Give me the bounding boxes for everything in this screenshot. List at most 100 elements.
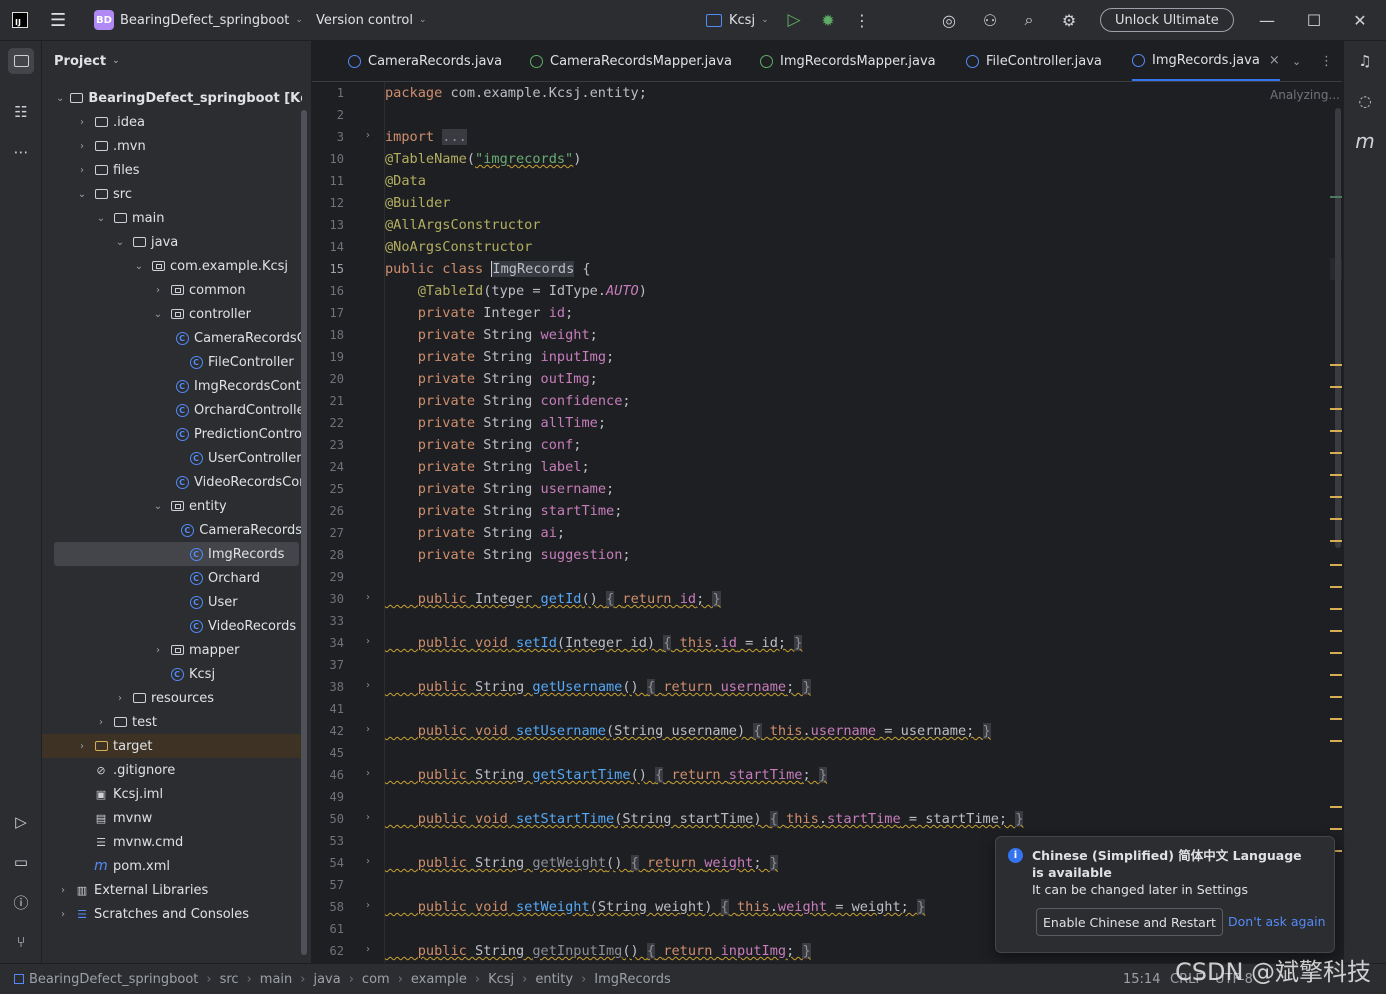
dont-ask-again-link[interactable]: Don't ask again xyxy=(1228,914,1326,929)
tab-more-icon[interactable]: ⋮ xyxy=(1320,41,1333,81)
warning-marker[interactable] xyxy=(1330,740,1342,742)
ai-assistant-icon[interactable]: ◎ xyxy=(937,8,961,32)
tree-item[interactable]: C UserController xyxy=(42,446,302,470)
tab-camerarecords[interactable]: CameraRecords.java xyxy=(348,41,502,81)
breadcrumb-item[interactable]: Kcsj xyxy=(488,972,514,987)
code-with-me-icon[interactable]: ⚇ xyxy=(978,8,1002,32)
enable-chinese-button[interactable]: Enable Chinese and Restart xyxy=(1036,908,1223,936)
chevron-down-icon[interactable]: ⌄ xyxy=(56,93,64,104)
tab-camerarecordsmapper[interactable]: CameraRecordsMapper.java xyxy=(530,41,732,81)
fold-chevron-icon[interactable]: › xyxy=(366,724,370,735)
tree-item[interactable]: › common xyxy=(42,278,302,302)
chevron-down-icon[interactable]: ⌄ xyxy=(75,189,89,200)
minimize-icon[interactable]: — xyxy=(1255,8,1279,32)
warning-marker[interactable] xyxy=(1330,652,1342,654)
tree-item[interactable]: ⌄BearingDefect_springboot [Kcsj]D:\ xyxy=(42,86,302,110)
chevron-down-icon[interactable]: ⌄ xyxy=(151,309,165,320)
fold-chevron-icon[interactable]: › xyxy=(366,944,370,955)
maven-icon[interactable]: m xyxy=(1352,128,1378,154)
notifications-bell-icon[interactable]: ♫ xyxy=(1352,48,1378,74)
warning-marker[interactable] xyxy=(1330,540,1342,542)
warning-marker[interactable] xyxy=(1330,608,1342,610)
tree-item[interactable]: m pom.xml xyxy=(42,854,302,878)
warning-marker[interactable] xyxy=(1330,674,1342,676)
tab-imgrecords[interactable]: ImgRecords.java × xyxy=(1132,41,1280,81)
breadcrumb-item[interactable]: entity xyxy=(535,972,573,987)
services-run-icon[interactable]: ▷ xyxy=(8,809,34,835)
tree-item[interactable]: C CameraRecordsC xyxy=(42,326,302,350)
breadcrumb-item[interactable]: BearingDefect_springboot xyxy=(29,972,198,987)
main-menu-icon[interactable]: ☰ xyxy=(50,0,66,40)
tree-item[interactable]: C OrchardControlle xyxy=(42,398,302,422)
editor-scrollbar[interactable] xyxy=(1335,108,1341,548)
warning-marker[interactable] xyxy=(1330,630,1342,632)
chevron-right-icon[interactable]: › xyxy=(56,909,70,920)
warning-marker[interactable] xyxy=(1330,806,1342,808)
chevron-right-icon[interactable]: › xyxy=(75,741,89,752)
chevron-down-icon[interactable]: ⌄ xyxy=(94,213,108,224)
tab-imgrecordsmapper[interactable]: ImgRecordsMapper.java xyxy=(760,41,936,81)
project-scrollbar[interactable] xyxy=(301,110,307,955)
chevron-down-icon[interactable]: ⌄ xyxy=(132,261,146,272)
fold-chevron-icon[interactable]: › xyxy=(366,812,370,823)
tree-item[interactable]: ▤ mvnw xyxy=(42,806,302,830)
warning-marker[interactable] xyxy=(1330,564,1342,566)
debug-icon[interactable]: ✹ xyxy=(816,8,840,32)
search-icon[interactable]: ⌕ xyxy=(1017,8,1041,32)
fold-chevron-icon[interactable]: › xyxy=(366,900,370,911)
tree-item[interactable]: › resources xyxy=(42,686,302,710)
warning-marker[interactable] xyxy=(1330,474,1342,476)
chevron-right-icon[interactable]: › xyxy=(56,885,70,896)
tree-item[interactable]: C ImgRecords xyxy=(54,542,299,566)
warning-marker[interactable] xyxy=(1330,430,1342,432)
tree-item[interactable]: ▣ Kcsj.iml xyxy=(42,782,302,806)
breadcrumb-item[interactable]: ImgRecords xyxy=(594,972,670,987)
tree-item[interactable]: ⊘ .gitignore xyxy=(42,758,302,782)
more-actions-icon[interactable]: ⋮ xyxy=(850,8,874,32)
structure-icon[interactable]: ☷ xyxy=(8,99,34,125)
run-config-selector[interactable]: Kcsj ⌄ xyxy=(706,0,769,40)
tree-item[interactable]: ⌄ controller xyxy=(42,302,302,326)
chevron-right-icon[interactable]: › xyxy=(75,165,89,176)
unlock-ultimate-button[interactable]: Unlock Ultimate xyxy=(1100,8,1234,32)
tree-item[interactable]: › .mvn xyxy=(42,134,302,158)
run-icon[interactable]: ▷ xyxy=(782,8,806,32)
breadcrumb-item[interactable]: src xyxy=(220,972,239,987)
fold-chevron-icon[interactable]: › xyxy=(366,768,370,779)
project-tool-folder-icon[interactable] xyxy=(8,48,34,74)
chevron-down-icon[interactable]: ⌄ xyxy=(151,501,165,512)
tree-item[interactable]: ⌄ main xyxy=(42,206,302,230)
breadcrumb-item[interactable]: com xyxy=(362,972,390,987)
fold-chevron-icon[interactable]: › xyxy=(366,856,370,867)
warning-marker[interactable] xyxy=(1330,496,1342,498)
project-panel-header[interactable]: Project ⌄ xyxy=(54,41,120,81)
code-editor[interactable]: package com.example.Kcsj.entity; import … xyxy=(385,82,1330,963)
tree-item[interactable]: › .idea xyxy=(42,110,302,134)
close-window-icon[interactable]: ✕ xyxy=(1348,8,1372,32)
chevron-right-icon[interactable]: › xyxy=(94,717,108,728)
tree-item[interactable]: › ☰ Scratches and Consoles xyxy=(42,902,302,926)
tree-item[interactable]: C Kcsj xyxy=(42,662,302,686)
warning-marker[interactable] xyxy=(1330,586,1342,588)
terminal-icon[interactable]: ▭ xyxy=(8,849,34,875)
breadcrumb-item[interactable]: main xyxy=(260,972,292,987)
warning-marker[interactable] xyxy=(1330,718,1342,720)
vcs-menu[interactable]: Version control ⌄ xyxy=(316,0,427,40)
tree-item[interactable]: › mapper xyxy=(42,638,302,662)
maximize-icon[interactable]: ☐ xyxy=(1302,8,1326,32)
tree-item[interactable]: C Orchard xyxy=(42,566,302,590)
more-tools-icon[interactable]: ⋯ xyxy=(8,139,34,165)
tab-filecontroller[interactable]: FileController.java xyxy=(966,41,1102,81)
tree-item[interactable]: › files xyxy=(42,158,302,182)
warning-marker[interactable] xyxy=(1330,408,1342,410)
ai-chat-icon[interactable]: ◌ xyxy=(1352,88,1378,114)
settings-gear-icon[interactable]: ⚙ xyxy=(1057,8,1081,32)
tree-item[interactable]: › target xyxy=(42,734,302,758)
tree-item[interactable]: C ImgRecordsContr xyxy=(42,374,302,398)
warning-marker[interactable] xyxy=(1330,696,1342,698)
tree-item[interactable]: › ▥ External Libraries xyxy=(42,878,302,902)
breadcrumb-item[interactable]: java xyxy=(313,972,340,987)
fold-chevron-icon[interactable]: › xyxy=(366,636,370,647)
warning-marker[interactable] xyxy=(1330,828,1342,830)
tree-item[interactable]: C User xyxy=(42,590,302,614)
